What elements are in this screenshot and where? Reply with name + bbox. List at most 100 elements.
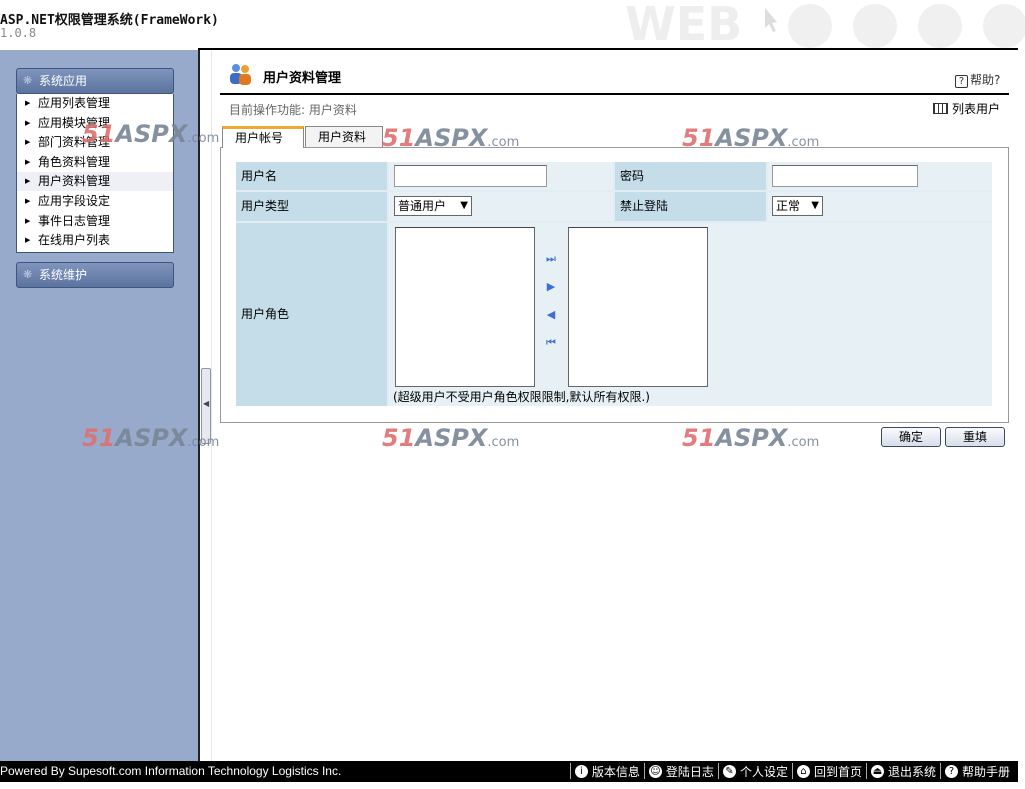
footer-link-label: 登陆日志 xyxy=(665,764,714,779)
footer-link-label: 退出系统 xyxy=(887,764,936,779)
watermark-logo: 51ASPX.com xyxy=(382,424,519,452)
watermark-suffix: .com xyxy=(487,435,520,450)
panel-system-apps[interactable]: ❋ 系统应用 xyxy=(16,68,174,94)
move-all-left-icon[interactable]: ⏮ xyxy=(545,337,557,349)
tab-user-profile[interactable]: 用户资料 xyxy=(305,126,383,147)
footer-link-logout[interactable]: ⏏ 退出系统 xyxy=(865,763,940,779)
chevron-down-icon: ▼ xyxy=(811,200,819,211)
header: ASP.NET权限管理系统(FrameWork) 1.0.8 WEB xyxy=(0,0,1025,48)
footer-link-label: 帮助手册 xyxy=(961,764,1010,779)
list-users-label: 列表用户 xyxy=(952,102,1001,116)
watermark-number: 51 xyxy=(82,120,116,148)
app-version: 1.0.8 xyxy=(0,26,37,40)
info-icon: i xyxy=(574,764,588,778)
sidebar-item-roles[interactable]: ▶ 角色资料管理 xyxy=(17,153,173,172)
sidebar-item-app-fields[interactable]: ▶ 应用字段设定 xyxy=(17,192,173,211)
roles-note: (超级用户不受用户角色权限限制,默认所有权限.) xyxy=(393,390,650,404)
confirm-button[interactable]: 确定 xyxy=(881,427,941,447)
list-users-link[interactable]: 列表用户 xyxy=(933,100,1000,117)
arrow-right-icon: ▶ xyxy=(25,197,31,205)
logout-icon: ⏏ xyxy=(870,764,884,778)
flower-icon: ❋ xyxy=(23,268,33,281)
usertype-label: 用户类型 xyxy=(236,192,387,221)
menu-label: 应用字段设定 xyxy=(38,194,111,208)
table-icon xyxy=(933,103,948,114)
sidebar-item-online-users[interactable]: ▶ 在线用户列表 xyxy=(17,231,173,250)
menu-label: 在线用户列表 xyxy=(38,233,111,247)
move-right-icon[interactable]: ▶ xyxy=(545,281,557,293)
sidebar-item-app-list[interactable]: ▶ 应用列表管理 xyxy=(17,94,173,113)
title-divider xyxy=(220,93,1009,95)
assigned-roles-list[interactable] xyxy=(568,227,708,387)
watermark-suffix: .com xyxy=(487,135,520,150)
watermark-logo: 51ASPX.com xyxy=(682,124,819,152)
footer-link-version[interactable]: i 版本信息 xyxy=(569,763,644,779)
panel-label: 系统维护 xyxy=(39,268,88,282)
footer-link-login-log[interactable]: ☺ 登陆日志 xyxy=(643,763,718,779)
watermark-brand: ASPX xyxy=(415,424,488,452)
username-input[interactable] xyxy=(394,165,547,187)
panel-label: 系统应用 xyxy=(39,74,88,88)
watermark-suffix: .com xyxy=(187,435,220,450)
watermark-number: 51 xyxy=(382,424,416,452)
arrow-right-icon: ▶ xyxy=(25,236,31,244)
footer-link-home[interactable]: ⌂ 回到首页 xyxy=(791,763,866,779)
arrow-right-icon: ▶ xyxy=(25,99,31,107)
password-input[interactable] xyxy=(772,165,918,187)
header-decoration-icon: WEB xyxy=(605,0,1025,48)
settings-icon: ✎ xyxy=(722,764,736,778)
arrow-right-icon: ▶ xyxy=(25,119,31,127)
watermark-brand: ASPX xyxy=(715,424,788,452)
move-all-right-icon[interactable]: ⏭ xyxy=(545,253,557,265)
usertype-value: 普通用户 xyxy=(398,199,447,213)
watermark-number: 51 xyxy=(682,424,716,452)
help-link[interactable]: ? 帮助? xyxy=(955,71,1000,88)
chevron-left-icon: ◀ xyxy=(203,399,210,408)
page-title: 用户资料管理 xyxy=(263,71,342,86)
footer: Powered By Supesoft.com Information Tech… xyxy=(0,761,1018,782)
flower-icon: ❋ xyxy=(23,74,33,87)
footer-link-label: 回到首页 xyxy=(813,764,862,779)
panel-system-maintenance[interactable]: ❋ 系统维护 xyxy=(16,262,174,288)
menu-label: 应用列表管理 xyxy=(38,96,111,110)
watermark-number: 51 xyxy=(82,424,116,452)
roles-label: 用户角色 xyxy=(236,223,387,406)
sidebar-item-event-log[interactable]: ▶ 事件日志管理 xyxy=(17,212,173,231)
watermark-suffix: .com xyxy=(787,135,820,150)
arrow-right-icon: ▶ xyxy=(25,138,31,146)
help-icon: ? xyxy=(955,75,968,88)
help-label: 帮助? xyxy=(970,73,1001,87)
footer-link-label: 个人设定 xyxy=(739,764,788,779)
login-ban-select[interactable]: 正常 ▼ xyxy=(772,196,823,216)
move-left-icon[interactable]: ◀ xyxy=(545,309,557,321)
watermark-logo: 51ASPX.com xyxy=(382,124,519,152)
svg-text:WEB: WEB xyxy=(625,0,742,48)
available-roles-list[interactable] xyxy=(395,227,535,387)
watermark-number: 51 xyxy=(682,124,716,152)
system-apps-menu: ▶ 应用列表管理 ▶ 应用模块管理 ▶ 部门资料管理 ▶ 角色资料管理 ▶ 用户资料管理 … xyxy=(16,94,174,253)
tab-user-account[interactable]: 用户帐号 xyxy=(222,126,304,148)
password-label: 密码 xyxy=(615,162,766,190)
arrow-right-icon: ▶ xyxy=(25,217,31,225)
footer-link-help[interactable]: ? 帮助手册 xyxy=(939,763,1014,779)
login-ban-value: 正常 xyxy=(776,199,801,213)
users-icon xyxy=(230,64,251,85)
watermark-suffix: .com xyxy=(787,435,820,450)
footer-link-label: 版本信息 xyxy=(591,764,640,779)
users-icon: ☺ xyxy=(648,764,662,778)
reset-button[interactable]: 重填 xyxy=(945,427,1005,447)
usertype-select[interactable]: 普通用户 ▼ xyxy=(394,196,472,216)
watermark-logo: 51ASPX.com xyxy=(682,424,819,452)
menu-label: 事件日志管理 xyxy=(38,214,111,228)
login-ban-label: 禁止登陆 xyxy=(615,192,766,221)
home-icon: ⌂ xyxy=(796,764,810,778)
watermark-brand: ASPX xyxy=(115,120,188,148)
arrow-right-icon: ▶ xyxy=(25,158,31,166)
current-operation: 目前操作功能: 用户资料 xyxy=(229,103,357,117)
watermark-number: 51 xyxy=(382,124,416,152)
sidebar-item-users[interactable]: ▶ 用户资料管理 xyxy=(17,172,173,191)
username-label: 用户名 xyxy=(236,162,387,190)
footer-link-settings[interactable]: ✎ 个人设定 xyxy=(717,763,792,779)
menu-label: 用户资料管理 xyxy=(38,174,111,188)
arrow-right-icon: ▶ xyxy=(25,177,31,185)
